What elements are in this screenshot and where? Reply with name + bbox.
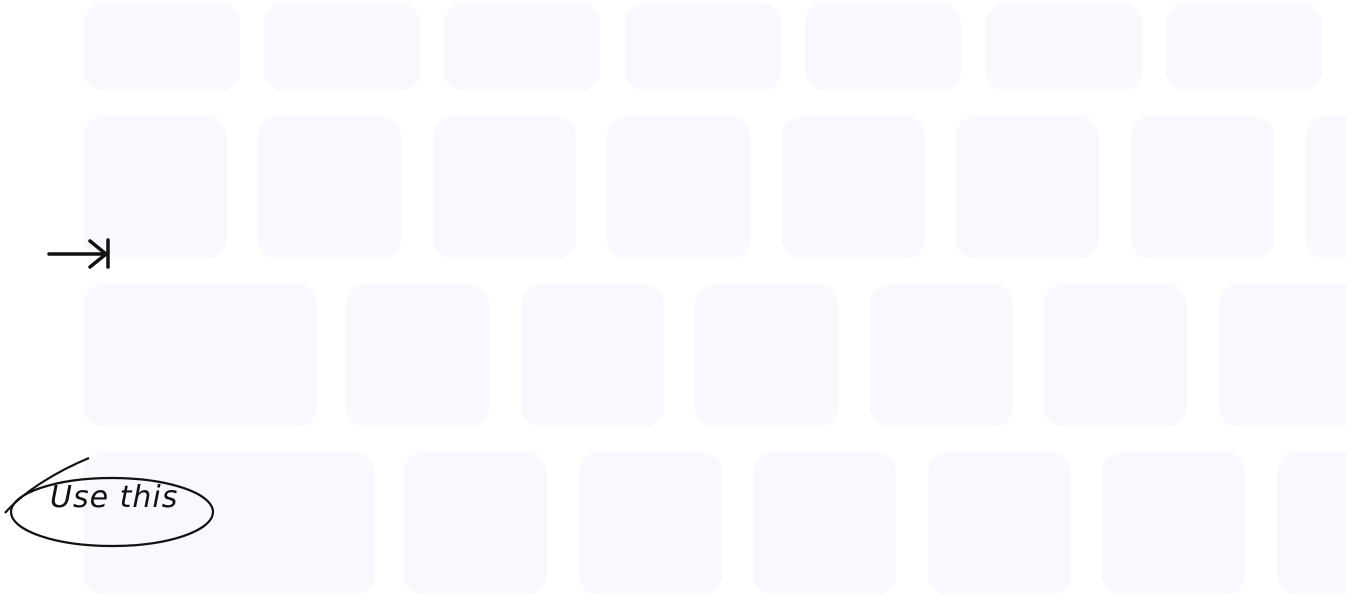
tab-arrow-icon [47,238,110,269]
annotation-label: Use this [50,480,179,515]
annotation-layer [4,238,215,548]
